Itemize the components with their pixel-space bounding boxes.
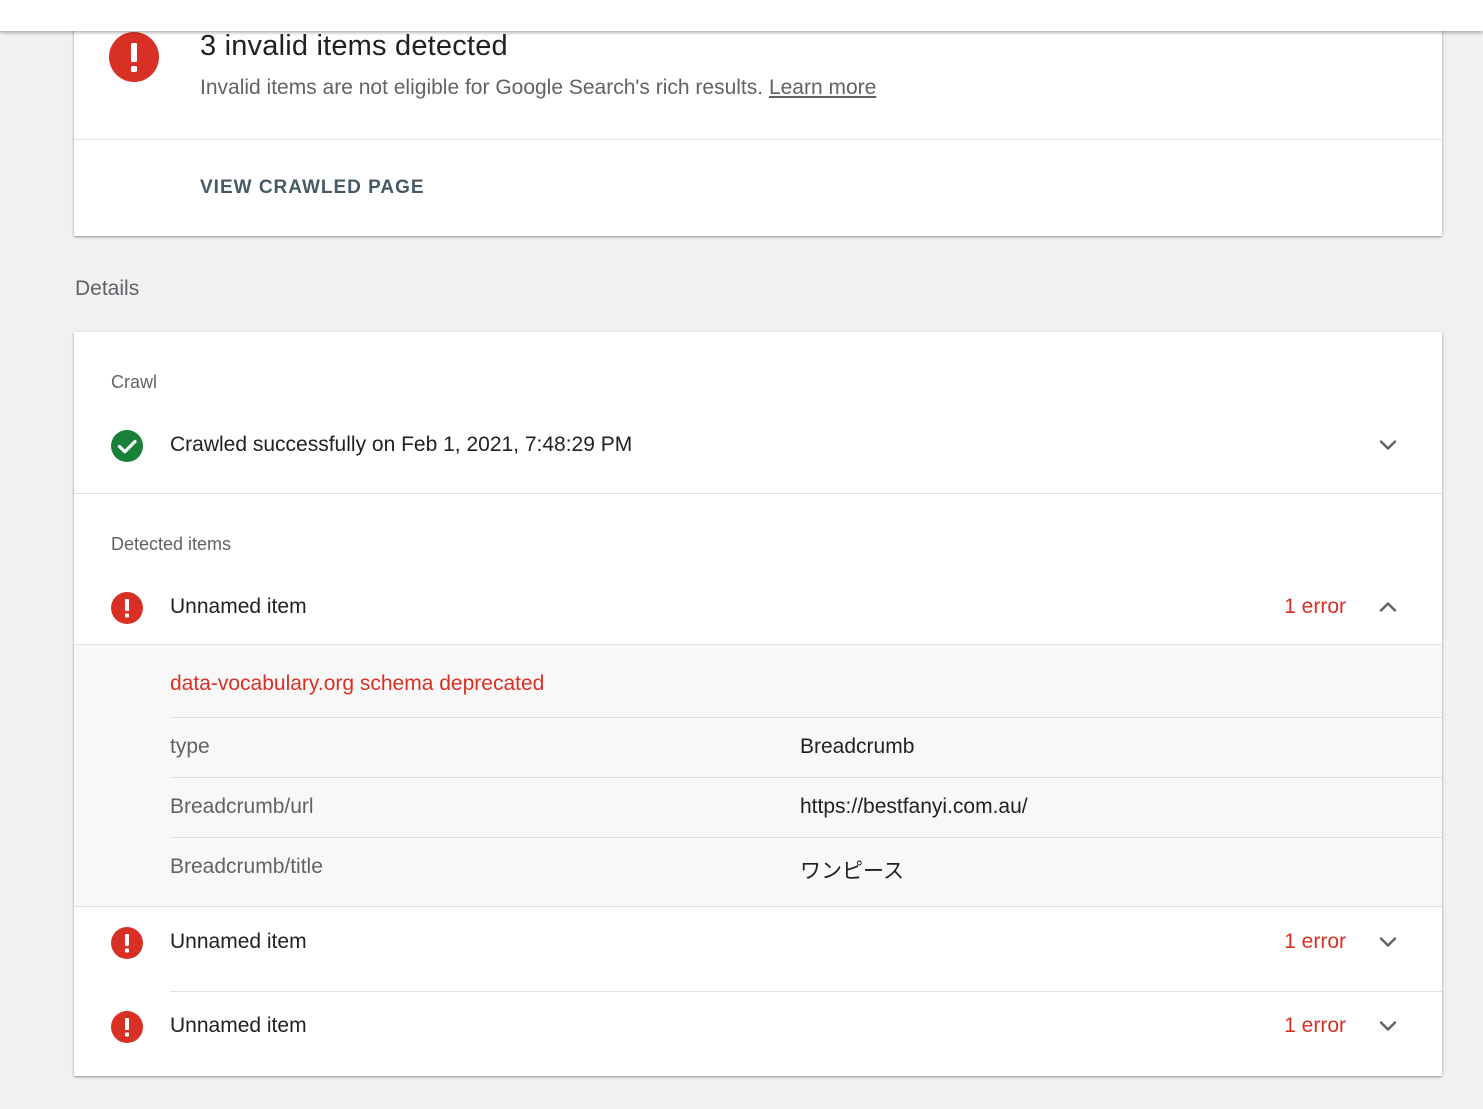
issue-link[interactable]: data-vocabulary.org schema deprecated (170, 672, 544, 696)
top-app-bar (0, 0, 1483, 31)
details-heading: Details (75, 277, 140, 300)
summary-subtitle: Invalid items are not eligible for Googl… (200, 76, 876, 100)
property-key: Breadcrumb/url (170, 795, 314, 818)
item-name: Unnamed item (170, 930, 307, 953)
summary-subtitle-text: Invalid items are not eligible for Googl… (200, 76, 764, 99)
view-crawled-page-button[interactable]: VIEW CRAWLED PAGE (200, 177, 425, 199)
error-count: 1 error (1284, 930, 1346, 953)
detected-items-label: Detected items (111, 534, 232, 554)
error-icon (111, 1011, 143, 1043)
summary-title: 3 invalid items detected (200, 30, 508, 62)
chevron-down-icon[interactable] (1374, 431, 1402, 459)
crawl-status-text: Crawled successfully on Feb 1, 2021, 7:4… (170, 433, 633, 456)
property-value: ワンピース (800, 860, 904, 883)
chevron-down-icon[interactable] (1374, 1012, 1402, 1040)
chevron-up-icon[interactable] (1374, 593, 1402, 621)
divider (74, 493, 1442, 494)
detected-item-row[interactable]: Unnamed item 1 error (74, 908, 1442, 992)
error-icon (109, 32, 159, 82)
check-circle-icon (111, 430, 143, 462)
learn-more-link[interactable]: Learn more (769, 76, 876, 99)
crawl-status-row[interactable]: Crawled successfully on Feb 1, 2021, 7:4… (74, 403, 1442, 487)
error-count: 1 error (1284, 595, 1346, 618)
property-key: Breadcrumb/title (170, 855, 323, 878)
summary-card: 3 invalid items detected Invalid items a… (74, 0, 1442, 236)
property-row: type Breadcrumb (170, 717, 1442, 777)
property-row: Breadcrumb/title ワンピース (170, 837, 1442, 897)
chevron-down-icon[interactable] (1374, 928, 1402, 956)
crawl-label: Crawl (111, 372, 158, 392)
details-card: Crawl Crawled successfully on Feb 1, 202… (74, 332, 1442, 1076)
error-count: 1 error (1284, 1014, 1346, 1037)
item-details-panel: data-vocabulary.org schema deprecated ty… (74, 644, 1442, 907)
detected-item-row[interactable]: Unnamed item 1 error (74, 565, 1442, 649)
property-value: https://bestfanyi.com.au/ (800, 795, 1028, 818)
property-key: type (170, 735, 210, 758)
item-name: Unnamed item (170, 595, 307, 618)
item-name: Unnamed item (170, 1014, 307, 1037)
divider (74, 139, 1442, 140)
error-icon (111, 927, 143, 959)
detected-item-row[interactable]: Unnamed item 1 error (74, 992, 1442, 1076)
property-row: Breadcrumb/url https://bestfanyi.com.au/ (170, 777, 1442, 837)
error-icon (111, 592, 143, 624)
property-value: Breadcrumb (800, 735, 915, 758)
